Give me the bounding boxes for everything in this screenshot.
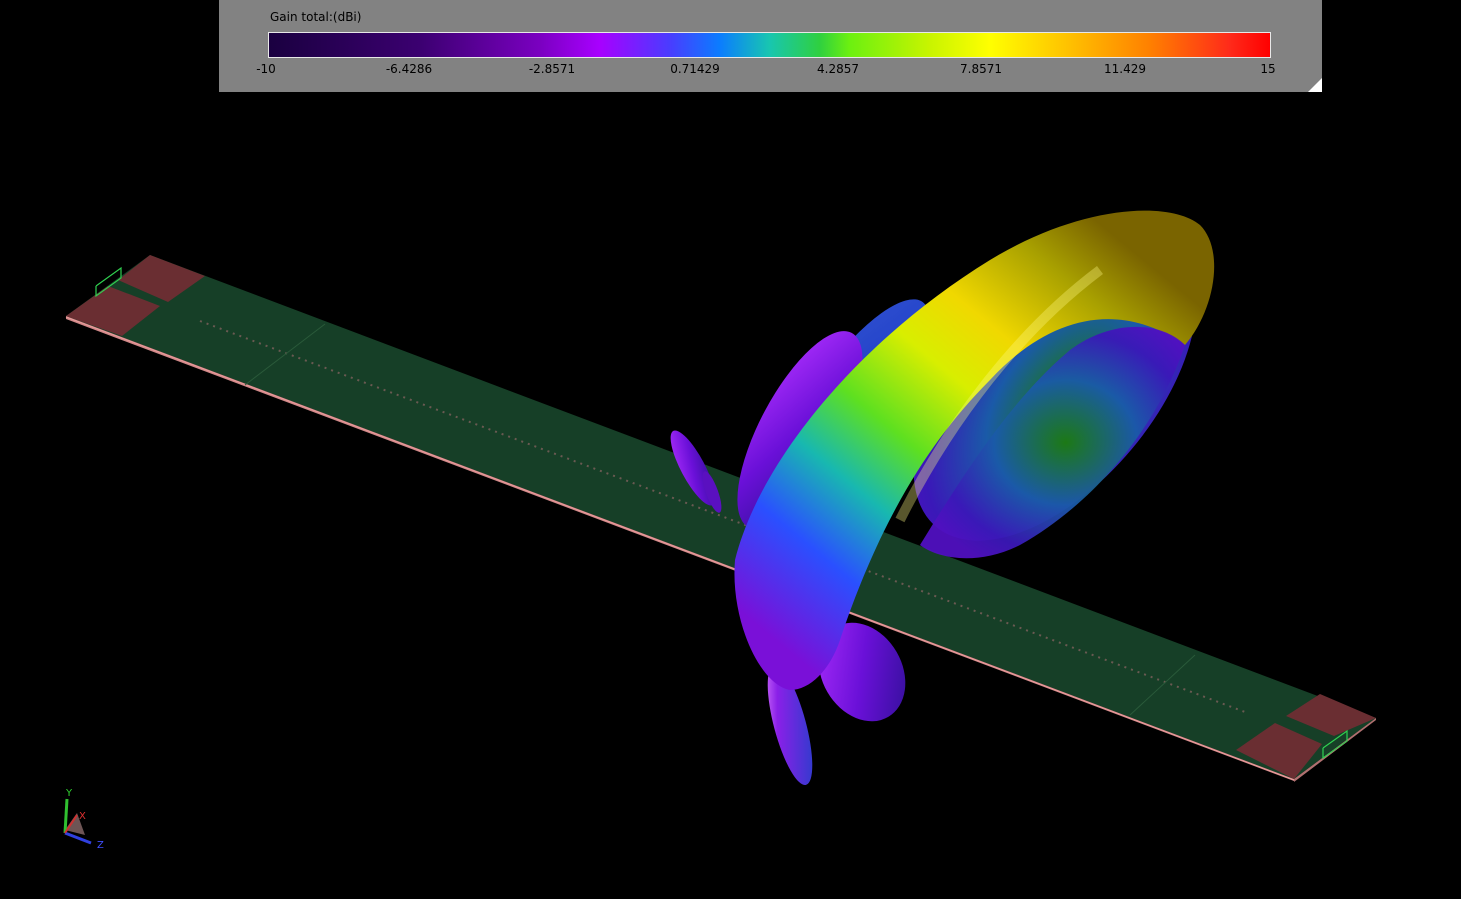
colorbar-legend: Gain total:(dBi) -10 -6.4286 -2.8571 0.7…	[219, 0, 1322, 92]
legend-title: Gain total:(dBi)	[270, 10, 362, 24]
resize-grip-icon[interactable]	[1308, 78, 1322, 92]
axis-label-y: Y	[66, 788, 73, 799]
axis-label-x: X	[79, 811, 86, 822]
colorbar-tick: -2.8571	[528, 62, 576, 76]
colorbar-tick: 15	[1260, 62, 1276, 76]
colorbar-tick: -6.4286	[385, 62, 433, 76]
colorbar-tick: 0.71429	[670, 62, 720, 76]
axis-triad: Y X Z	[55, 785, 115, 855]
colorbar-tick: -10	[256, 62, 276, 76]
3d-viewport[interactable]	[0, 0, 1461, 899]
colorbar-tick: 7.8571	[960, 62, 1002, 76]
colorbar-gradient	[268, 32, 1271, 58]
axis-label-z: Z	[97, 840, 104, 851]
colorbar-tick: 4.2857	[817, 62, 859, 76]
colorbar-tick: 11.429	[1104, 62, 1146, 76]
